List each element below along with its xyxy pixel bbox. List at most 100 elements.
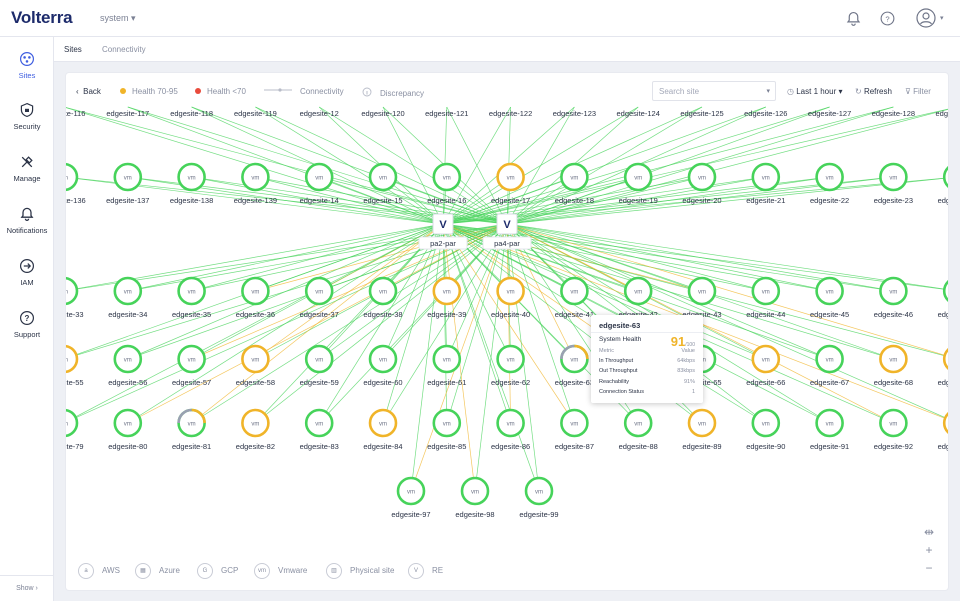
site-node[interactable]: vm edgesite-40 (491, 276, 530, 319)
site-node[interactable]: vm edgesite-88 (619, 408, 658, 451)
sidebar-item-support[interactable]: ? Support (0, 310, 54, 339)
site-node[interactable]: vm edgesite-68 (874, 344, 913, 387)
site-node[interactable]: vm edgesite-90 (746, 408, 785, 451)
vm-icon: vm (507, 176, 515, 182)
breadcrumb-connectivity[interactable]: Connectivity (102, 45, 146, 54)
site-node[interactable]: edgesite-12 (300, 109, 339, 118)
tooltip-health-label: System Health (599, 336, 642, 343)
site-node[interactable]: vmedgesite-24 (938, 164, 948, 205)
user-avatar-icon[interactable] (916, 8, 936, 28)
back-button[interactable]: ‹ Back (76, 87, 101, 96)
site-node[interactable]: edgesite-125 (680, 109, 723, 118)
site-node[interactable]: edgesite-117 (106, 109, 149, 118)
site-node[interactable]: vm edgesite-44 (746, 276, 785, 319)
site-node[interactable]: vm edgesite-136 (66, 162, 86, 205)
site-node[interactable]: vm edgesite-17 (491, 162, 530, 205)
site-node[interactable]: vmedgesite-47 (938, 278, 948, 319)
sidebar-item-notifications[interactable]: Notifications (0, 206, 54, 235)
breadcrumb-sites[interactable]: Sites (64, 45, 82, 54)
site-node[interactable]: vm edgesite-81 (172, 408, 211, 451)
site-node[interactable]: vm edgesite-79 (66, 408, 84, 451)
filter-button[interactable]: ⊽ Filter (905, 87, 931, 96)
site-node[interactable]: edgesite-122 (489, 109, 532, 118)
site-node[interactable]: vm edgesite-98 (455, 476, 495, 519)
site-node[interactable]: vm edgesite-16 (427, 162, 466, 205)
site-node[interactable]: edgesite-124 (617, 109, 660, 118)
site-node[interactable]: vm edgesite-15 (363, 162, 403, 205)
chevron-down-icon[interactable]: ▾ (940, 14, 944, 22)
legend-label: Vmware (278, 566, 308, 576)
site-node[interactable]: vm edgesite-45 (810, 276, 849, 319)
site-node[interactable]: edgesite-121 (425, 109, 468, 118)
legend-physical-site: ▥ Physical site (326, 563, 394, 579)
site-node[interactable]: edgesite-120 (361, 109, 404, 118)
site-label: edgesite-119 (234, 109, 277, 118)
site-node[interactable]: vm edgesite-23 (874, 162, 913, 205)
refresh-button[interactable]: ↻ Refresh (855, 87, 892, 96)
site-node[interactable]: vm edgesite-86 (491, 408, 530, 451)
site-node[interactable]: vm edgesite-56 (108, 344, 147, 387)
back-label: Back (83, 87, 101, 96)
site-node[interactable]: edgesite-127 (808, 109, 851, 118)
namespace-select[interactable]: system ▾ (100, 13, 136, 24)
site-node[interactable]: vm edgesite-61 (427, 344, 466, 387)
show-label: Show (16, 585, 34, 592)
site-node[interactable]: vm edgesite-87 (555, 408, 594, 451)
sidebar-item-security[interactable]: Security (0, 102, 54, 131)
site-node[interactable]: edgesite-123 (553, 109, 596, 118)
site-node[interactable]: edgesite-116 (66, 109, 85, 118)
site-node[interactable]: vm edgesite-89 (682, 408, 722, 451)
site-node[interactable]: vm edgesite-67 (810, 344, 849, 387)
site-node[interactable]: vm edgesite-59 (300, 344, 339, 387)
site-node[interactable]: vmedgesite-43 (682, 276, 722, 319)
site-node[interactable]: vm edgesite-55 (66, 344, 84, 387)
legend-label: AWS (102, 566, 120, 576)
site-node[interactable]: vm edgesite-19 (619, 162, 658, 205)
site-node[interactable]: vmedgesite-69 (938, 346, 948, 387)
site-connectivity-graph[interactable]: edgesite-116 edgesite-117 edgesite-118 edge… (66, 105, 948, 545)
sidebar-item-manage[interactable]: Manage (0, 154, 54, 183)
site-label: edgesite-35 (172, 310, 211, 319)
site-label: edgesite-139 (234, 196, 277, 205)
sidebar-show-toggle[interactable]: Show › (0, 575, 54, 601)
zoom-out-button[interactable]: − (918, 561, 940, 579)
site-node[interactable]: vm edgesite-99 (519, 476, 559, 519)
search-placeholder: Search site (659, 87, 700, 96)
site-node[interactable]: vm edgesite-57 (172, 344, 211, 387)
site-label: edgesite-97 (391, 510, 430, 519)
sidebar-item-sites[interactable]: Sites (0, 51, 54, 80)
search-site-input[interactable]: Search site ▾ (652, 81, 776, 101)
vmware-icon: vm (254, 563, 270, 579)
sidebar-item-iam[interactable]: IAM (0, 258, 54, 287)
site-node[interactable]: edgesite-129 (936, 109, 948, 118)
site-node[interactable]: vm edgesite-137 (106, 162, 149, 205)
legend-re: V RE (408, 563, 443, 579)
site-node[interactable]: vm edgesite-83 (300, 408, 339, 451)
help-icon[interactable]: ? (879, 10, 896, 27)
site-node[interactable]: edgesite-119 (234, 109, 277, 118)
vm-icon: vm (379, 176, 387, 182)
site-label: edgesite-125 (680, 109, 723, 118)
volterra-logo[interactable]: Volterra (11, 8, 73, 28)
site-node[interactable]: vm edgesite-82 (236, 408, 275, 451)
site-node[interactable]: vm edgesite-18 (555, 162, 594, 205)
site-node[interactable]: vm edgesite-58 (236, 344, 275, 387)
bell-icon[interactable] (845, 10, 862, 27)
site-node[interactable]: vm edgesite-34 (108, 276, 147, 319)
site-label: edgesite-126 (744, 109, 787, 118)
site-node[interactable]: edgesite-118 (170, 109, 213, 118)
site-node[interactable]: vm edgesite-84 (363, 408, 403, 451)
legend-aws: a AWS (78, 563, 120, 579)
zoom-in-button[interactable]: + (918, 543, 940, 561)
time-range-select[interactable]: ◷ Last 1 hour ▾ (787, 87, 843, 96)
site-node[interactable]: edgesite-128 (872, 109, 915, 118)
site-node[interactable]: vm edgesite-97 (391, 476, 431, 519)
site-node[interactable]: vm edgesite-22 (810, 162, 849, 205)
azure-icon: ▦ (135, 563, 151, 579)
site-node[interactable]: vm edgesite-63 (555, 344, 594, 387)
site-node[interactable]: edgesite-126 (744, 109, 787, 118)
site-node[interactable]: vm edgesite-35 (172, 276, 211, 319)
site-node[interactable]: vm edgesite-60 (363, 344, 403, 387)
site-node[interactable]: vm edgesite-33 (66, 276, 84, 319)
fit-to-screen-icon[interactable]: ⇹ (918, 525, 940, 543)
